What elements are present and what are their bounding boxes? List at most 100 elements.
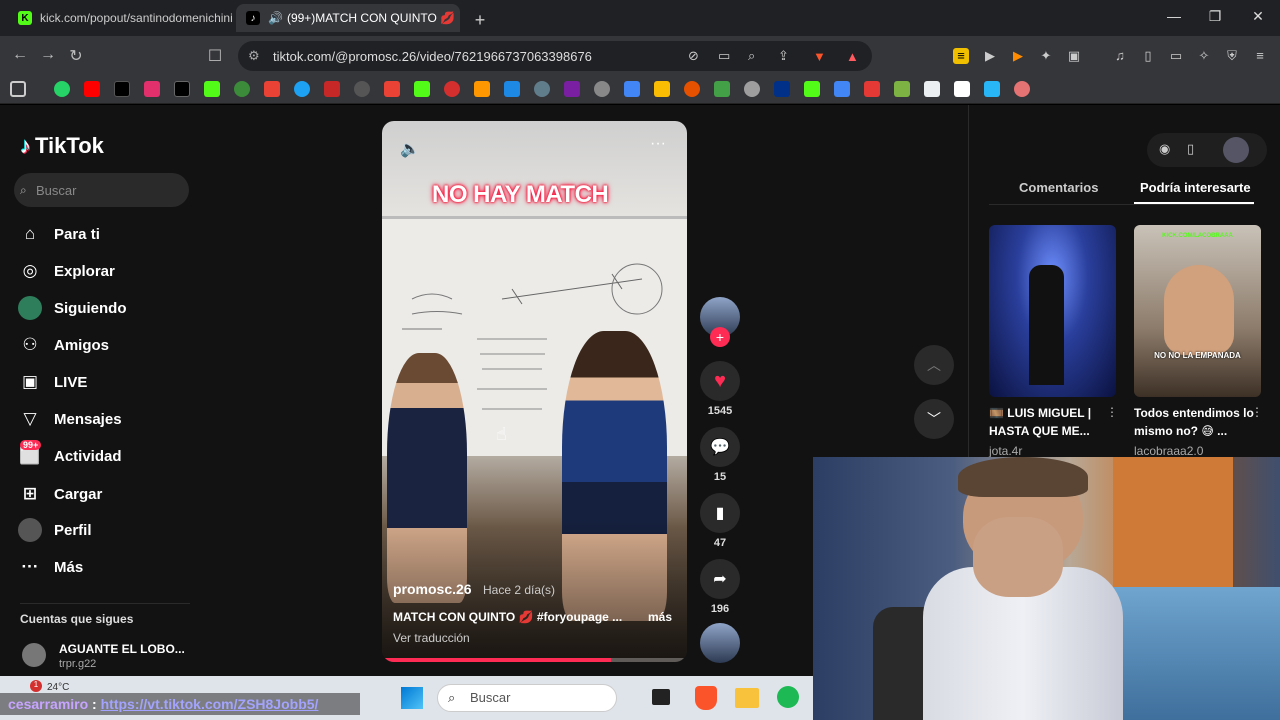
bookmark-white-icon[interactable] (954, 81, 970, 97)
nav-mas[interactable]: ··· Más (18, 553, 84, 581)
recommendation-thumb-1[interactable] (989, 225, 1116, 397)
follow-plus-icon[interactable]: + (710, 327, 730, 347)
bookmark-download-icon[interactable] (984, 81, 1000, 97)
vpn-icon[interactable]: ⛨ (1224, 48, 1240, 64)
address-bar[interactable]: ⚙ tiktok.com/@promosc.26/video/762196673… (238, 41, 872, 71)
following-name[interactable]: AGUANTE EL LOBO... (59, 642, 185, 656)
sidebar-icon[interactable]: ▯ (1140, 48, 1156, 64)
leo-ai-icon[interactable]: ✧ (1196, 48, 1212, 64)
save-button[interactable]: ▮ 47 (700, 493, 740, 549)
gmail-2-icon[interactable] (384, 81, 400, 97)
spotify-icon[interactable] (777, 686, 799, 708)
following-avatar[interactable] (22, 643, 46, 667)
creator-avatar[interactable]: + (700, 297, 740, 357)
nav-perfil[interactable]: Perfil (18, 516, 92, 544)
bookmark-chart-icon[interactable] (324, 81, 340, 97)
extension-play-icon[interactable]: ▶ (982, 48, 998, 64)
recommendation-thumb-2[interactable]: KICK.COM/LACOBRAAA NO NO LA EMPANADA (1134, 225, 1261, 397)
nav-explorar[interactable]: ◎ Explorar (18, 257, 115, 285)
instagram-icon[interactable] (144, 81, 160, 97)
bookmark-pink-icon[interactable] (1014, 81, 1030, 97)
extension-orange-play-icon[interactable]: ▶ (1010, 48, 1026, 64)
nav-actividad[interactable]: ⬜ 99+ Actividad (18, 440, 122, 470)
task-view-icon[interactable] (652, 689, 670, 705)
bookmark-gray-2-icon[interactable] (594, 81, 610, 97)
tab-kick[interactable]: K kick.com/popout/santinodomenichini (8, 4, 232, 32)
previous-video-icon[interactable]: ︿ (914, 345, 954, 385)
media-icon[interactable]: ♫ (1112, 48, 1128, 63)
bookmark-doc-icon[interactable] (924, 81, 940, 97)
translate-off-icon[interactable]: ⊘ (688, 48, 699, 64)
tiktok-logo[interactable]: ♪ TikTok (20, 133, 104, 159)
chat-message-link[interactable]: https://vt.tiktok.com/ZSH8Jobb5/ (101, 696, 319, 712)
bookmark-yellow-icon[interactable] (654, 81, 670, 97)
site-settings-icon[interactable]: ⚙ (248, 48, 260, 64)
brave-taskbar-icon[interactable] (695, 686, 717, 710)
close-tab-icon[interactable]: ✕ (455, 10, 460, 26)
bookmark-red-icon[interactable] (444, 81, 460, 97)
extension-bookmark-icon[interactable]: ≡ (953, 48, 969, 64)
zoom-icon[interactable]: ⌕ (748, 48, 755, 64)
screenshot-icon[interactable]: ▣ (1066, 48, 1082, 64)
forward-icon[interactable]: → (38, 46, 58, 64)
tab-comentarios[interactable]: Comentarios (1019, 180, 1098, 195)
kick-bookmark-icon[interactable] (204, 81, 220, 97)
tab-tiktok[interactable]: ♪ 🔊 (99+)MATCH CON QUINTO 💋 ✕ (236, 4, 460, 32)
recommendation-author-2[interactable]: lacobraaa2.0 (1134, 444, 1203, 458)
tiktok-bookmark-icon[interactable] (114, 81, 130, 97)
google-docs-icon[interactable] (624, 81, 640, 97)
apps-grid-icon[interactable] (10, 81, 26, 97)
nav-mensajes[interactable]: ▽ Mensajes (18, 405, 121, 433)
bookmark-green-icon[interactable] (234, 81, 250, 97)
bookmark-orange-icon[interactable] (474, 81, 490, 97)
volume-icon[interactable]: 🔈 (400, 139, 420, 159)
nav-cargar[interactable]: ⊞ Cargar (18, 480, 102, 508)
cast-icon[interactable]: ▭ (718, 48, 730, 64)
youtube-icon[interactable] (84, 81, 100, 97)
bookmark-grey-icon[interactable] (354, 81, 370, 97)
nav-para-ti[interactable]: ⌂ Para ti (18, 220, 100, 248)
bookmark-purple-icon[interactable] (564, 81, 580, 97)
like-button[interactable]: ♥ 1545 (700, 361, 740, 417)
video-more-icon[interactable]: ··· (650, 135, 666, 153)
bookmark-slate-icon[interactable] (534, 81, 550, 97)
translate-link[interactable]: Ver traducción (393, 631, 470, 645)
download-red-icon[interactable] (864, 81, 880, 97)
video-more-link[interactable]: más (648, 610, 672, 624)
new-tab-button[interactable]: + (466, 6, 494, 34)
device-icon[interactable]: ▯ (1187, 141, 1194, 157)
extensions-puzzle-icon[interactable]: ✦ (1038, 48, 1054, 64)
close-window-icon[interactable]: ✕ (1238, 8, 1278, 25)
kick-2-icon[interactable] (414, 81, 430, 97)
windows-start-icon[interactable] (401, 687, 423, 709)
weather-text[interactable]: 24°C (47, 682, 69, 693)
recommendation-author-1[interactable]: jota.4r (989, 444, 1022, 458)
paypal-icon[interactable] (774, 81, 790, 97)
recommendation-title-2[interactable]: Todos entendimos lo mismo no? 😅 ... (1134, 404, 1254, 440)
google-docs-2-icon[interactable] (834, 81, 850, 97)
taskbar-search[interactable]: ⌕ Buscar (437, 684, 617, 712)
nav-live[interactable]: ▣ LIVE (18, 368, 87, 396)
x-icon[interactable] (174, 81, 190, 97)
share-icon[interactable]: ⇪ (778, 48, 789, 64)
file-explorer-icon[interactable] (735, 688, 759, 708)
tab-podria-interesarte[interactable]: Podría interesarte (1140, 180, 1251, 195)
gmail-icon[interactable] (264, 81, 280, 97)
bookmark-icon[interactable]: ☐ (205, 46, 225, 66)
search-input[interactable]: ⌕ Buscar (14, 173, 189, 207)
download-green-icon[interactable] (894, 81, 910, 97)
recommendation-title-1[interactable]: 🎞️ LUIS MIGUEL | HASTA QUE ME... (989, 404, 1109, 440)
video-author[interactable]: promosc.26 (393, 581, 472, 597)
comment-button[interactable]: 💬 15 (700, 427, 740, 483)
next-video-icon[interactable]: ﹀ (914, 399, 954, 439)
bookmark-d-icon[interactable] (714, 81, 730, 97)
back-icon[interactable]: ← (10, 46, 30, 64)
wallet-icon[interactable]: ▭ (1168, 48, 1184, 64)
maximize-icon[interactable]: ❐ (1195, 8, 1235, 25)
minimize-icon[interactable]: — (1154, 8, 1194, 24)
menu-icon[interactable]: ≡ (1252, 48, 1268, 63)
bookmark-darkorange-icon[interactable] (684, 81, 700, 97)
bookmark-globe-icon[interactable] (744, 81, 760, 97)
brave-shield-icon[interactable]: ▼ (813, 49, 826, 64)
get-coins-icon[interactable]: ◉ (1159, 141, 1170, 157)
